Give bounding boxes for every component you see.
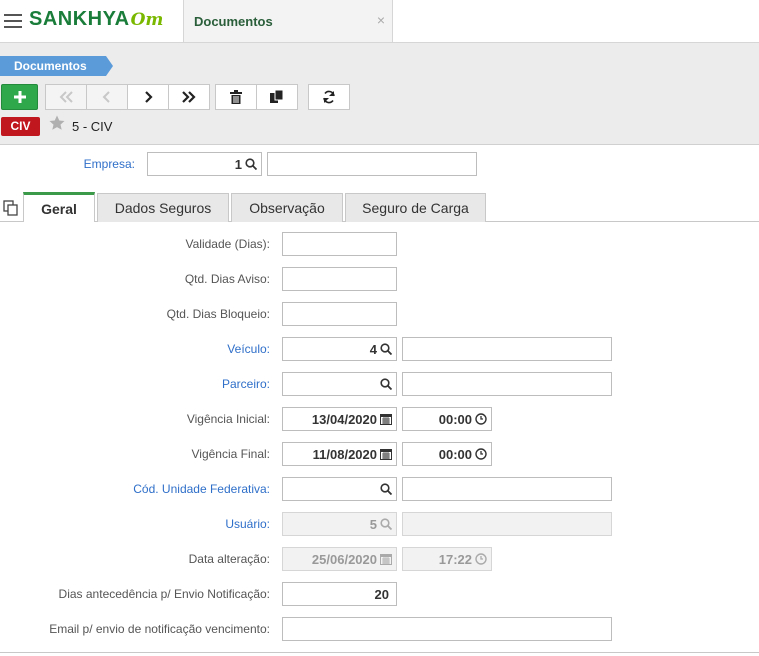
- bottom-divider: [0, 652, 759, 653]
- parceiro-code-field[interactable]: [282, 372, 397, 396]
- search-icon[interactable]: [380, 343, 392, 355]
- uf-label: Cód. Unidade Federativa:: [133, 482, 270, 496]
- dias-antecedencia-label: Dias antecedência p/ Envio Notificação:: [58, 587, 270, 601]
- close-icon[interactable]: ×: [377, 12, 385, 28]
- calendar-icon[interactable]: [380, 448, 392, 460]
- trash-icon: [230, 90, 242, 104]
- logo-brand: SANKHYA: [29, 8, 130, 30]
- copy-icon: [270, 90, 284, 103]
- delete-button[interactable]: [215, 84, 257, 110]
- veiculo-label: Veículo:: [227, 342, 270, 356]
- first-record-button[interactable]: [45, 84, 87, 110]
- clock-icon[interactable]: [475, 448, 487, 460]
- veiculo-description-field[interactable]: [402, 337, 612, 361]
- vigencia-inicial-date-value: 13/04/2020: [311, 411, 377, 427]
- hamburger-menu-icon[interactable]: [4, 14, 22, 28]
- double-chevron-left-icon: [59, 91, 73, 103]
- veiculo-code-field[interactable]: 4: [282, 337, 397, 361]
- clone-icon[interactable]: [3, 200, 19, 219]
- tab-observacao[interactable]: Observação: [231, 193, 343, 222]
- sankhya-logo[interactable]: SANKHYA Om: [29, 8, 163, 34]
- civ-badge: CIV: [1, 117, 40, 136]
- usuario-code-value: 5: [369, 516, 377, 532]
- calendar-icon[interactable]: [380, 413, 392, 425]
- usuario-description-field: [402, 512, 612, 536]
- tab-geral[interactable]: Geral: [23, 192, 95, 222]
- data-alteracao-label: Data alteração:: [188, 552, 270, 566]
- chevron-left-icon: [102, 91, 110, 103]
- email-label: Email p/ envio de notificação vencimento…: [49, 622, 270, 636]
- data-alteracao-time-value: 17:22: [438, 551, 472, 567]
- data-alteracao-time-field: 17:22: [402, 547, 492, 571]
- empresa-label: Empresa:: [83, 157, 135, 171]
- tab-seguro-de-carga[interactable]: Seguro de Carga: [345, 193, 486, 222]
- dias-antecedencia-field[interactable]: 20: [282, 582, 397, 606]
- validade-field[interactable]: [282, 232, 397, 256]
- add-button[interactable]: [1, 84, 38, 110]
- uf-code-field[interactable]: [282, 477, 397, 501]
- parceiro-label: Parceiro:: [221, 377, 270, 391]
- vigencia-final-time-field[interactable]: 00:00: [402, 442, 492, 466]
- veiculo-code-value: 4: [369, 341, 377, 357]
- qtd-aviso-field[interactable]: [282, 267, 397, 291]
- qtd-aviso-label: Qtd. Dias Aviso:: [184, 272, 270, 286]
- vigencia-inicial-time-value: 00:00: [438, 411, 472, 427]
- vigencia-inicial-time-field[interactable]: 00:00: [402, 407, 492, 431]
- previous-record-button[interactable]: [86, 84, 128, 110]
- favorite-star-icon[interactable]: [49, 115, 65, 134]
- vigencia-final-label: Vigência Final:: [191, 447, 271, 461]
- top-bar: SANKHYA Om Documentos ×: [0, 0, 759, 43]
- vigencia-final-time-value: 00:00: [438, 446, 472, 462]
- qtd-bloqueio-label: Qtd. Dias Bloqueio:: [166, 307, 270, 321]
- calendar-icon: [380, 554, 392, 565]
- refresh-button[interactable]: [308, 84, 350, 110]
- plus-icon: [13, 91, 26, 103]
- dias-antecedencia-value: 20: [374, 586, 389, 602]
- logo-suffix: Om: [130, 10, 164, 30]
- usuario-label: Usuário:: [225, 517, 270, 531]
- breadcrumb-arrow: [106, 56, 113, 76]
- app-tab-label: Documentos: [194, 14, 273, 29]
- record-title: 5 - CIV: [72, 119, 113, 134]
- usuario-code-field: 5: [282, 512, 397, 536]
- tab-dados-seguros[interactable]: Dados Seguros: [97, 193, 229, 222]
- clock-icon[interactable]: [475, 413, 487, 425]
- search-icon[interactable]: [380, 378, 392, 390]
- vigencia-final-date-value: 11/08/2020: [312, 446, 377, 462]
- vigencia-inicial-label: Vigência Inicial:: [186, 412, 270, 426]
- uf-description-field[interactable]: [402, 477, 612, 501]
- chevron-right-icon: [145, 91, 153, 103]
- duplicate-button[interactable]: [256, 84, 298, 110]
- search-icon[interactable]: [380, 483, 392, 495]
- empresa-code-field[interactable]: 1: [147, 152, 262, 176]
- empresa-code-value: 1: [234, 156, 242, 172]
- search-icon: [380, 518, 392, 530]
- data-alteracao-date-field: 25/06/2020: [282, 547, 397, 571]
- data-alteracao-date-value: 25/06/2020: [311, 551, 377, 567]
- breadcrumb-label: Documentos: [0, 56, 106, 76]
- email-field[interactable]: [282, 617, 612, 641]
- last-record-button[interactable]: [168, 84, 210, 110]
- app-tab-documentos[interactable]: Documentos ×: [183, 0, 393, 42]
- empresa-description-field[interactable]: [267, 152, 477, 176]
- search-icon[interactable]: [245, 158, 257, 170]
- next-record-button[interactable]: [127, 84, 169, 110]
- toolbar-area: Documentos CIV 5 - CIV: [0, 43, 759, 145]
- vigencia-inicial-date-field[interactable]: 13/04/2020: [282, 407, 397, 431]
- parceiro-description-field[interactable]: [402, 372, 612, 396]
- refresh-icon: [323, 90, 335, 104]
- vigencia-final-date-field[interactable]: 11/08/2020: [282, 442, 397, 466]
- qtd-bloqueio-field[interactable]: [282, 302, 397, 326]
- clock-icon: [475, 553, 487, 565]
- double-chevron-right-icon: [182, 91, 196, 103]
- validade-label: Validade (Dias):: [185, 237, 270, 251]
